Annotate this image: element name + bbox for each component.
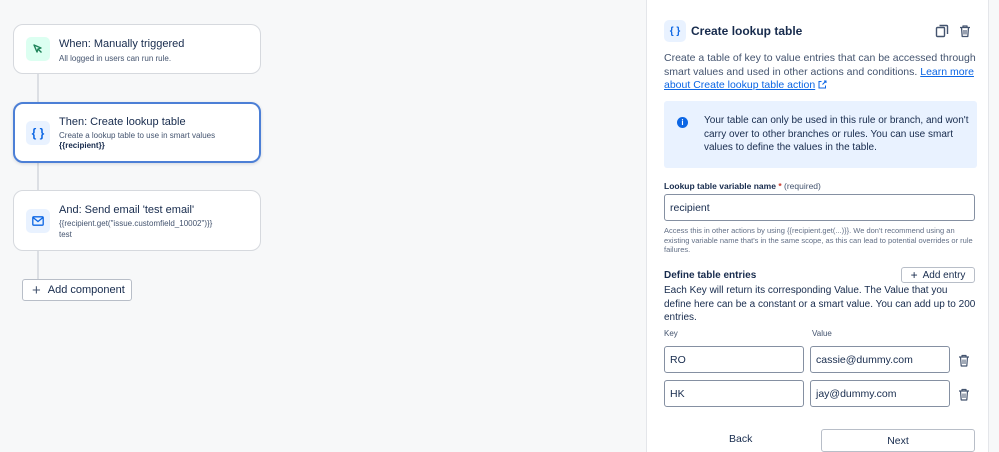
back-button[interactable]: Back xyxy=(729,433,752,445)
flow-connector xyxy=(37,162,39,192)
send-email-card[interactable]: And: Send email 'test email' {{recipient… xyxy=(13,190,261,251)
entry-value-input[interactable]: cassie@dummy.com xyxy=(810,346,950,373)
lookup-card-title: Then: Create lookup table xyxy=(59,116,186,128)
entries-heading: Define table entries xyxy=(664,270,757,281)
entry-key-input[interactable]: HK xyxy=(664,380,804,407)
config-panel: { } Create lookup table Create a table o… xyxy=(646,0,989,452)
email-card-desc2: test xyxy=(59,230,72,239)
key-column-header: Key xyxy=(664,329,678,338)
value-column-header: Value xyxy=(812,329,832,338)
cursor-icon xyxy=(26,37,50,61)
panel-description: Create a table of key to value entries t… xyxy=(664,52,976,93)
trigger-desc: All logged in users can run rule. xyxy=(59,54,172,63)
trigger-card[interactable]: When: Manually triggered All logged in u… xyxy=(13,24,261,74)
info-message: i Your table can only be used in this ru… xyxy=(664,101,977,168)
email-card-title: And: Send email 'test email' xyxy=(59,204,195,216)
add-component-label: Add component xyxy=(47,284,125,296)
delete-icon[interactable] xyxy=(958,24,972,38)
plus-icon: + xyxy=(910,268,918,282)
trigger-title: When: Manually triggered xyxy=(59,38,185,50)
flow-connector xyxy=(37,250,39,280)
info-text: Your table can only be used in this rule… xyxy=(704,115,969,153)
flow-connector xyxy=(37,73,39,105)
mail-icon xyxy=(26,209,50,233)
add-entry-button[interactable]: + Add entry xyxy=(901,267,975,283)
plus-icon: + xyxy=(32,281,41,299)
entry-key-input[interactable]: RO xyxy=(664,346,804,373)
variable-name-help: Access this in other actions by using {{… xyxy=(664,226,973,254)
braces-icon: { } xyxy=(26,121,50,145)
entries-description: Each Key will return its corresponding V… xyxy=(664,285,976,323)
add-component-button[interactable]: + Add component xyxy=(22,279,132,301)
panel-title: Create lookup table xyxy=(691,24,803,38)
lookup-table-card[interactable]: { } Then: Create lookup table Create a l… xyxy=(13,102,261,163)
add-entry-label: Add entry xyxy=(922,269,966,281)
entry-value-input[interactable]: jay@dummy.com xyxy=(810,380,950,407)
duplicate-icon[interactable] xyxy=(935,24,949,38)
lookup-card-desc: Create a lookup table to use in smart va… xyxy=(59,131,216,140)
variable-name-label: Lookup table variable name * (required) xyxy=(664,181,821,191)
external-link-icon xyxy=(818,80,827,89)
braces-icon: { } xyxy=(664,20,686,42)
delete-row-icon[interactable] xyxy=(958,354,970,367)
lookup-card-var: {{recipient}} xyxy=(59,141,105,150)
info-icon: i xyxy=(677,117,688,128)
next-button[interactable]: Next xyxy=(821,429,975,452)
delete-row-icon[interactable] xyxy=(958,388,970,401)
variable-name-input[interactable]: recipient xyxy=(664,194,975,221)
email-card-desc: {{recipient.get("issue.customfield_10002… xyxy=(59,219,213,228)
